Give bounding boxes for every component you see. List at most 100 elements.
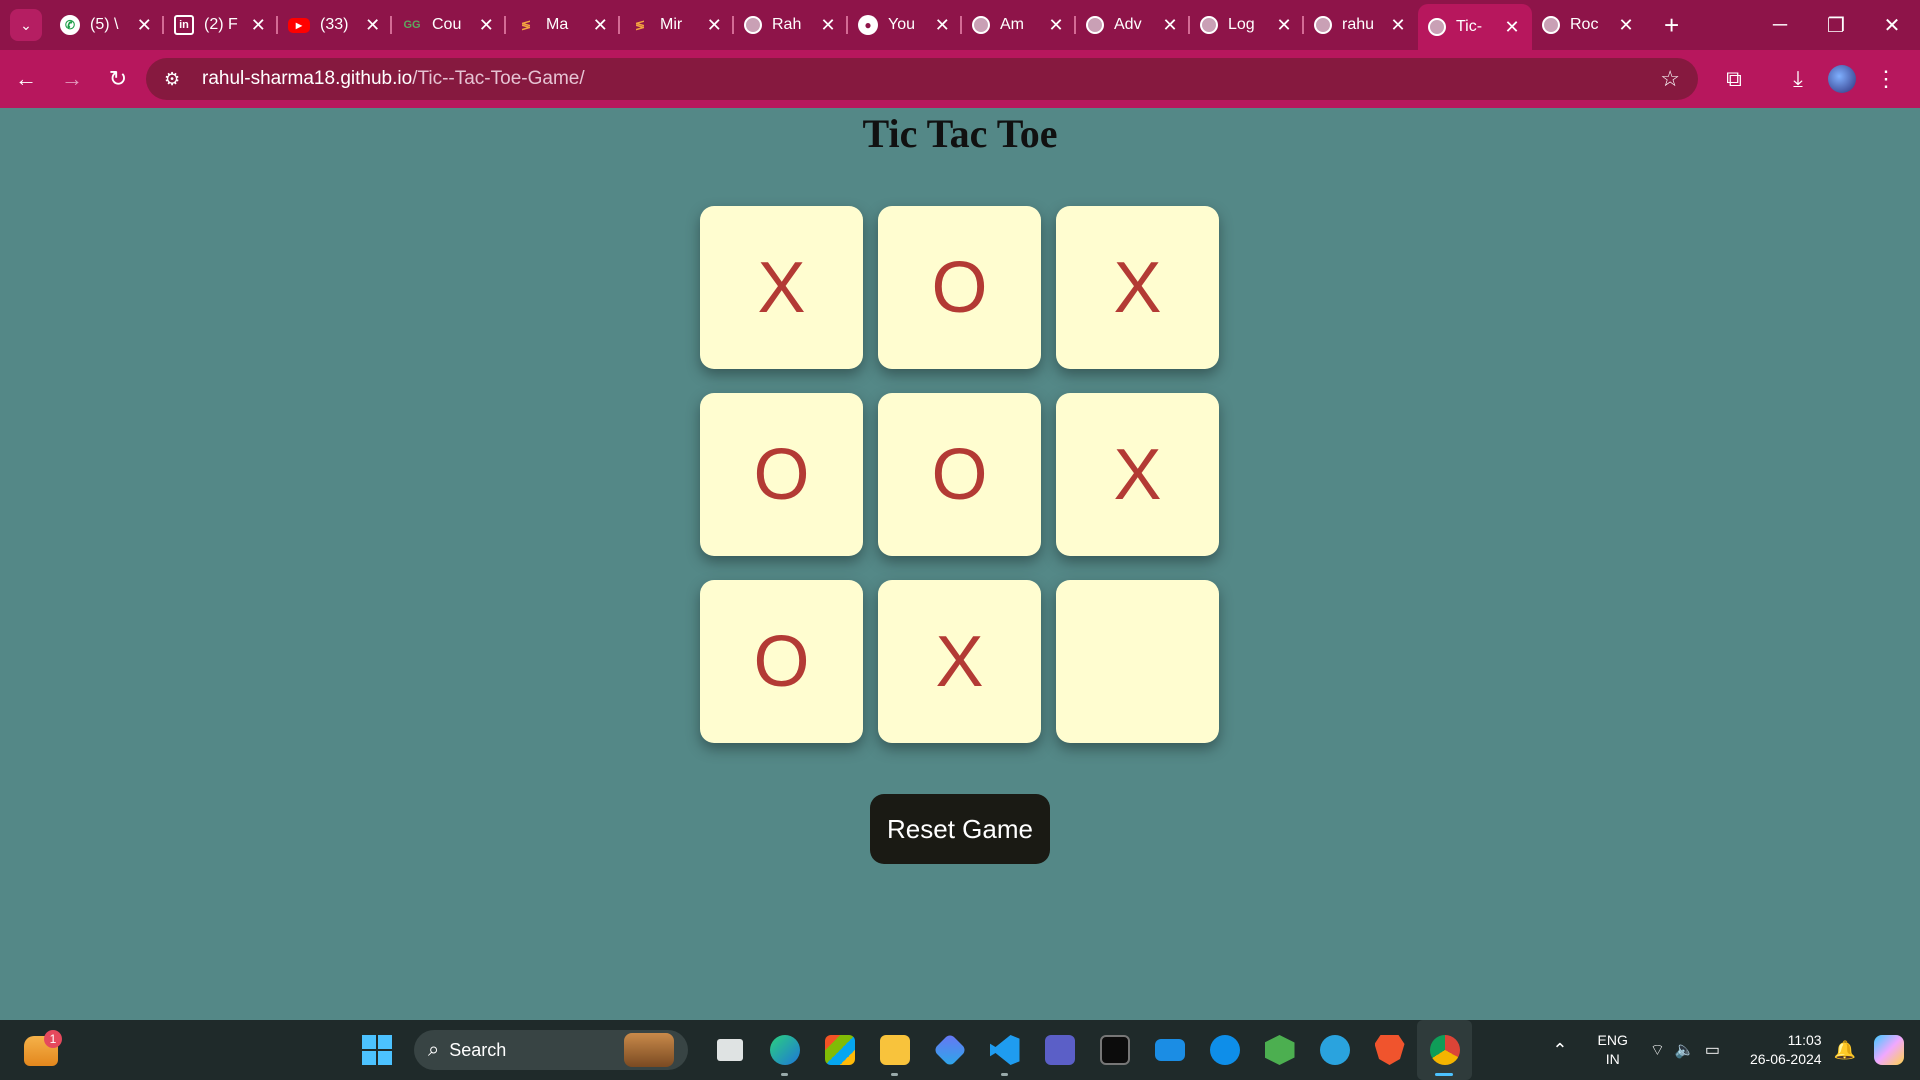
teamviewer-icon[interactable] (1197, 1020, 1252, 1080)
language-code: ENG (1597, 1032, 1628, 1048)
task-view-icon[interactable] (702, 1020, 757, 1080)
tab-am[interactable]: Am ✕ (962, 0, 1076, 50)
tab-list: ✆ (5) \ ✕ in (2) F ✕ ▶ (33) ✕ GG Cou ✕ ≶… (50, 0, 1646, 50)
tab-title: rahu (1342, 16, 1375, 33)
extensions-icon[interactable]: ⧉ (1712, 57, 1756, 101)
whatsapp-icon: ✆ (60, 15, 80, 35)
close-window-icon[interactable]: ✕ (1864, 0, 1920, 50)
tab-whatsapp[interactable]: ✆ (5) \ ✕ (50, 0, 164, 50)
page-title: Tic Tac Toe (862, 111, 1058, 156)
tab-rah[interactable]: Rah ✕ (734, 0, 848, 50)
close-tab-icon[interactable]: ✕ (363, 15, 382, 36)
board-cell-8[interactable]: X (878, 580, 1041, 743)
taskbar-search[interactable]: ⌕ Search (414, 1030, 688, 1070)
restore-icon[interactable]: ❐ (1808, 0, 1864, 50)
minimize-icon[interactable]: ─ (1752, 0, 1808, 50)
tab-title: Log (1228, 16, 1255, 33)
tab-search-button[interactable]: ⌄ (10, 9, 42, 41)
tab-linkedin[interactable]: in (2) F ✕ (164, 0, 278, 50)
notification-bell-icon[interactable]: 🔔 (1834, 1040, 1856, 1061)
close-tab-icon[interactable]: ✕ (1502, 17, 1522, 38)
tab-adv[interactable]: Adv ✕ (1076, 0, 1190, 50)
close-tab-icon[interactable]: ✕ (705, 15, 724, 36)
tab-deeplearning-2[interactable]: ≶ Mir ✕ (620, 0, 734, 50)
vscode-icon[interactable] (977, 1020, 1032, 1080)
nodejs-icon[interactable] (1252, 1020, 1307, 1080)
tab-youtube[interactable]: ▶ (33) ✕ (278, 0, 392, 50)
url-path: /Tic--Tac-Toe-Game/ (412, 68, 585, 89)
language-indicator[interactable]: ENG IN (1598, 1031, 1628, 1069)
telegram-icon[interactable] (1307, 1020, 1362, 1080)
copilot-icon[interactable] (1874, 1035, 1904, 1065)
close-tab-icon[interactable]: ✕ (818, 15, 838, 36)
tab-gfg[interactable]: GG Cou ✕ (392, 0, 506, 50)
menu-kebab-icon[interactable]: ⋮ (1864, 57, 1908, 101)
globe-icon (1086, 16, 1104, 34)
board-cell-5[interactable]: O (878, 393, 1041, 556)
back-button[interactable]: ← (6, 59, 46, 99)
search-icon: ⌕ (428, 1038, 440, 1061)
tab-rahu[interactable]: rahu ✕ (1304, 0, 1418, 50)
board-cell-7[interactable]: O (700, 580, 863, 743)
tab-title: Tic- (1456, 18, 1483, 35)
bookmark-star-icon[interactable]: ☆ (1660, 66, 1680, 92)
tab-github[interactable]: ● You ✕ (848, 0, 962, 50)
close-tab-icon[interactable]: ✕ (477, 15, 496, 36)
tab-roc[interactable]: Roc ✕ (1532, 0, 1646, 50)
copilot-app-icon[interactable] (922, 1020, 977, 1080)
weather-widget[interactable]: 1 (24, 1030, 62, 1068)
tab-title: (33) (320, 16, 349, 33)
tab-log[interactable]: Log ✕ (1190, 0, 1304, 50)
chrome-icon[interactable] (1417, 1020, 1472, 1080)
profile-avatar[interactable] (1828, 65, 1856, 93)
close-tab-icon[interactable]: ✕ (1160, 15, 1180, 36)
network-volume-battery-icons[interactable]: ⌔🔈▭ (1650, 1040, 1730, 1060)
file-explorer-icon[interactable] (867, 1020, 922, 1080)
store-icon[interactable] (812, 1020, 867, 1080)
reset-game-button[interactable]: Reset Game (870, 794, 1050, 864)
tab-title: Adv (1114, 16, 1142, 33)
tab-deeplearning-1[interactable]: ≶ Ma ✕ (506, 0, 620, 50)
mail-icon[interactable] (1142, 1020, 1197, 1080)
board-cell-6[interactable]: X (1056, 393, 1219, 556)
taskbar-apps: ⌕ Search (362, 1020, 1472, 1080)
address-bar[interactable]: ⚙ rahul-sharma18.github.io/Tic--Tac-Toe-… (146, 58, 1698, 100)
site-info-icon[interactable]: ⚙ (164, 69, 188, 90)
board-cell-4[interactable]: O (700, 393, 863, 556)
reload-button[interactable]: ↻ (98, 59, 138, 99)
window-controls: ─ ❐ ✕ (1752, 0, 1920, 50)
close-tab-icon[interactable]: ✕ (591, 15, 610, 36)
tab-tic-tac-toe[interactable]: Tic- ✕ (1418, 4, 1532, 50)
close-tab-icon[interactable]: ✕ (1274, 15, 1294, 36)
download-icon[interactable]: ⤓ (1776, 57, 1820, 101)
edge-icon[interactable] (757, 1020, 812, 1080)
close-tab-icon[interactable]: ✕ (1046, 15, 1066, 36)
close-tab-icon[interactable]: ✕ (249, 15, 268, 36)
teams-icon[interactable] (1032, 1020, 1087, 1080)
board-cell-1[interactable]: X (700, 206, 863, 369)
deeplearning-icon: ≶ (634, 18, 646, 32)
tab-strip: ⌄ ✆ (5) \ ✕ in (2) F ✕ ▶ (33) ✕ GG Cou ✕… (0, 0, 1920, 50)
close-tab-icon[interactable]: ✕ (933, 15, 952, 36)
globe-icon (1428, 18, 1446, 36)
forward-button[interactable]: → (52, 59, 92, 99)
board-cell-3[interactable]: X (1056, 206, 1219, 369)
new-tab-button[interactable]: + (1664, 10, 1679, 41)
close-tab-icon[interactable]: ✕ (1616, 15, 1636, 36)
board-cell-9[interactable] (1056, 580, 1219, 743)
tab-title: You (888, 16, 915, 33)
taskbar: 1 ⌕ Search ⌃ ENG IN ⌔🔈▭ 11:03 26-06-2024… (0, 1020, 1920, 1080)
globe-icon (972, 16, 990, 34)
globe-icon (744, 16, 762, 34)
brave-icon[interactable] (1362, 1020, 1417, 1080)
github-icon: ● (858, 15, 878, 35)
board-cell-2[interactable]: O (878, 206, 1041, 369)
linkedin-icon: in (174, 15, 194, 35)
terminal-icon[interactable] (1087, 1020, 1142, 1080)
show-hidden-icons-chevron-icon[interactable]: ⌃ (1552, 1040, 1567, 1061)
start-icon[interactable] (362, 1035, 392, 1065)
clock[interactable]: 11:03 26-06-2024 (1750, 1031, 1822, 1069)
notification-badge: 1 (44, 1030, 62, 1048)
close-tab-icon[interactable]: ✕ (1388, 15, 1408, 36)
close-tab-icon[interactable]: ✕ (135, 15, 154, 36)
